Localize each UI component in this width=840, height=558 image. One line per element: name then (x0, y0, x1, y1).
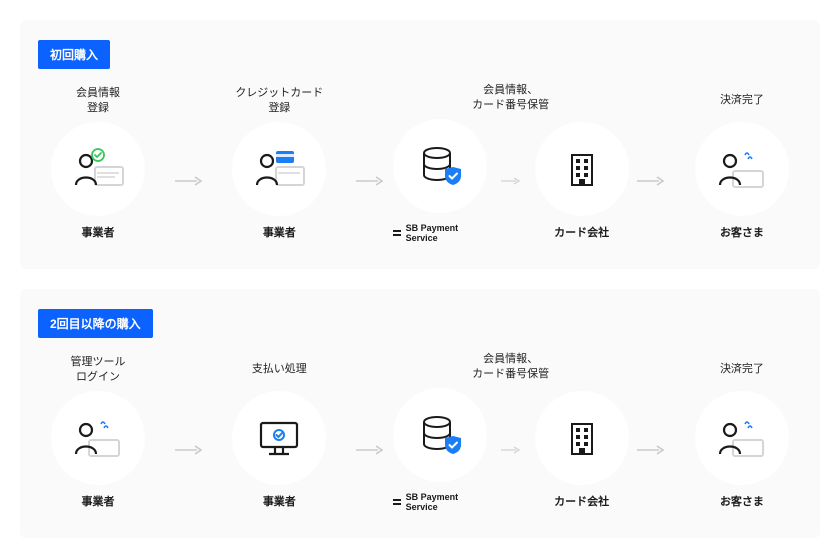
monitor-icon (255, 417, 303, 459)
title-line-a: 決済完了 (720, 362, 764, 377)
step-sbps-card: 会員情報、 カード番号保管 (401, 352, 621, 512)
title-line-a: 管理ツール (71, 355, 126, 370)
database-shield-icon (417, 412, 463, 458)
title-line-a: クレジットカード (235, 86, 323, 101)
step-caption: 事業者 (82, 493, 115, 509)
card-company-node: カード会社 (535, 122, 629, 240)
title-line-a: 会員情報、 (472, 83, 549, 98)
icon-circle (695, 391, 789, 485)
icon-circle (535, 391, 629, 485)
step-caption: お客さま (720, 224, 764, 240)
arrow-icon (172, 443, 206, 457)
building-icon (562, 149, 602, 189)
arrow-icon (634, 443, 668, 457)
sbps-label: SB Payment Service (393, 492, 487, 512)
title-line-a: 決済完了 (720, 93, 764, 108)
panel-first-purchase: 初回購入 会員情報 登録 事業者 (20, 20, 820, 269)
icon-circle (51, 391, 145, 485)
title-line-b: カード番号保管 (472, 98, 549, 113)
sbps-text: SB Payment Service (406, 492, 487, 512)
sbps-logo-icon (393, 499, 401, 505)
step-caption: カード会社 (554, 493, 609, 509)
building-icon (562, 418, 602, 458)
customer-icon (715, 416, 769, 460)
step-title: 管理ツール ログイン (71, 355, 126, 385)
step-title: 決済完了 (720, 86, 764, 116)
step-title: 支払い処理 (252, 355, 307, 385)
step-card-register: クレジットカード 登録 事業者 (219, 86, 339, 240)
title-line-b: 登録 (235, 101, 323, 116)
badge-first: 初回購入 (38, 40, 110, 69)
flow-first: 会員情報 登録 事業者 クレジットカード (38, 83, 802, 243)
arrow-icon (634, 174, 668, 188)
flow-repeat: 管理ツール ログイン 事業者 支払い処理 (38, 352, 802, 512)
card-company-node: カード会社 (535, 391, 629, 509)
icon-circle (232, 391, 326, 485)
title-line-a: 支払い処理 (252, 362, 307, 377)
title-line-b: ログイン (71, 370, 126, 385)
step-caption: お客さま (720, 493, 764, 509)
step-title: クレジットカード 登録 (235, 86, 323, 116)
arrow-icon (172, 174, 206, 188)
title-line-a: 会員情報 (76, 86, 120, 101)
icon-circle (535, 122, 629, 216)
person-login-icon (71, 416, 125, 460)
icon-circle (232, 122, 326, 216)
badge-repeat: 2回目以降の購入 (38, 309, 153, 338)
icon-circle (695, 122, 789, 216)
arrow-icon (501, 175, 521, 187)
step-caption: カード会社 (554, 224, 609, 240)
icon-circle (51, 122, 145, 216)
step-caption: 事業者 (263, 224, 296, 240)
step-admin-login: 管理ツール ログイン 事業者 (38, 355, 158, 509)
step-payment-process: 支払い処理 事業者 (219, 355, 339, 509)
sbps-node: SB Payment Service (393, 388, 487, 512)
title-line-a: 会員情報、 (472, 352, 549, 367)
person-register-icon (71, 147, 125, 191)
icon-circle (393, 388, 487, 482)
step-customer-done: 決済完了 お客さま (682, 355, 802, 509)
person-card-icon (252, 147, 306, 191)
icon-circle (393, 119, 487, 213)
sbps-logo-icon (393, 230, 401, 236)
sbps-label: SB Payment Service (393, 223, 487, 243)
arrow-icon (353, 174, 387, 188)
step-title: 会員情報、 カード番号保管 (472, 83, 549, 113)
step-member-register: 会員情報 登録 事業者 (38, 86, 158, 240)
step-title: 会員情報、 カード番号保管 (472, 352, 549, 382)
arrow-icon (353, 443, 387, 457)
arrow-icon (501, 444, 521, 456)
title-line-b: カード番号保管 (472, 367, 549, 382)
title-line-b: 登録 (76, 101, 120, 116)
step-sbps-card: 会員情報、 カード番号保管 (401, 83, 621, 243)
sbps-node: SB Payment Service (393, 119, 487, 243)
customer-icon (715, 147, 769, 191)
step-title: 会員情報 登録 (76, 86, 120, 116)
panel-repeat-purchase: 2回目以降の購入 管理ツール ログイン 事業者 (20, 289, 820, 538)
database-shield-icon (417, 143, 463, 189)
step-caption: 事業者 (263, 493, 296, 509)
sbps-text: SB Payment Service (406, 223, 487, 243)
step-title: 決済完了 (720, 355, 764, 385)
step-caption: 事業者 (82, 224, 115, 240)
step-customer-done: 決済完了 お客さま (682, 86, 802, 240)
